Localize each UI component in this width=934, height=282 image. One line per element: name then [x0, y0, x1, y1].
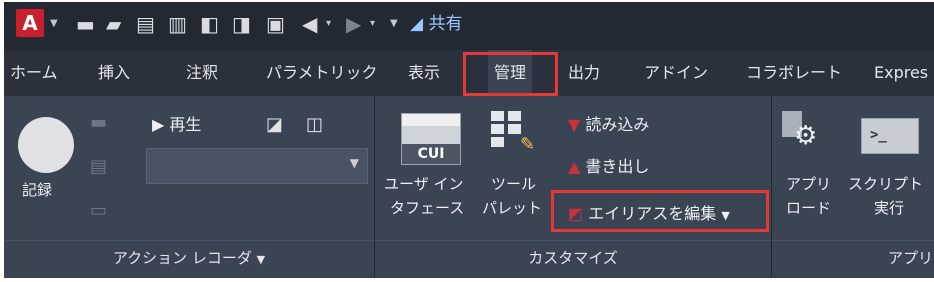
run-script-icon[interactable]: >_ [861, 118, 919, 154]
tool-palette-label-1[interactable]: ツール [491, 174, 536, 194]
app-logo[interactable]: A [16, 9, 44, 37]
export-button[interactable]: ▲ 書き出し [568, 156, 649, 178]
share-button[interactable]: ◢ 共有 [410, 12, 462, 36]
preference-icon[interactable]: ◪ [266, 114, 283, 136]
user-interface-icon[interactable]: CUI [401, 113, 461, 165]
play-label: 再生 [169, 115, 202, 134]
share-label: 共有 [428, 14, 463, 34]
play-button[interactable]: ▶ 再生 [152, 114, 201, 136]
tab-home[interactable]: ホーム [10, 62, 58, 84]
panel-title-bar [4, 240, 374, 241]
autocad-window: A ▼ ▬ ▰ ▤ ▥ ◧ ◨ ▣ ◀ ▾ ▶ ▾ ▼ ◢ 共有 ホーム 挿入 … [4, 2, 934, 278]
tab-view[interactable]: 表示 [408, 62, 440, 84]
run-script-label-2[interactable]: 実行 [874, 198, 904, 218]
insert-message-icon[interactable]: ▤ [90, 156, 107, 178]
new-icon[interactable]: ▬ [76, 12, 95, 36]
save-icon[interactable]: ▤ [136, 12, 155, 36]
export-cuix-icon: ▲ [568, 157, 581, 176]
tab-collaborate[interactable]: コラボレート [746, 62, 842, 84]
load-application-label-2[interactable]: ロード [786, 198, 831, 218]
open-icon[interactable]: ▰ [106, 12, 121, 36]
action-recorder-panel-title[interactable]: アクション レコーダ ▼ [4, 246, 374, 270]
tool-palette-icon[interactable] [491, 111, 523, 147]
tab-output[interactable]: 出力 [568, 62, 600, 84]
import-cuix-icon: ▼ [568, 115, 581, 134]
save-as-icon[interactable]: ▥ [168, 12, 187, 36]
redo-icon[interactable]: ▶ [346, 12, 361, 36]
message-icon[interactable]: ▬ [90, 112, 107, 134]
action-macro-combo[interactable]: ▼ [146, 148, 368, 184]
panel-divider [771, 96, 772, 278]
chevron-down-icon: ▼ [349, 156, 359, 170]
load-application-label-1[interactable]: アプリ [786, 174, 831, 194]
ribbon-panel-area: 記録 ▬ ▤ ▭ ▶ 再生 ◪ ◫ ▼ アクション レコーダ ▼ CUI ユーザ… [4, 96, 934, 278]
print-icon[interactable]: ▣ [266, 12, 285, 36]
tab-parametric[interactable]: パラメトリック [266, 62, 378, 84]
redo-caret-icon[interactable]: ▾ [370, 12, 375, 36]
quick-access-toolbar: A ▼ ▬ ▰ ▤ ▥ ◧ ◨ ▣ ◀ ▾ ▶ ▾ ▼ ◢ 共有 [4, 2, 934, 50]
panel-expand-icon: ▼ [256, 253, 266, 266]
share-icon: ◢ [410, 14, 424, 34]
user-input-icon[interactable]: ▭ [90, 200, 107, 222]
panel-title-bar [772, 240, 934, 241]
user-interface-label-2[interactable]: タフェース [390, 198, 464, 218]
pencil-icon: ✎ [520, 134, 536, 155]
tab-express[interactable]: Expres [874, 62, 928, 84]
tab-addins[interactable]: アドイン [644, 62, 708, 84]
tab-insert[interactable]: 挿入 [98, 62, 130, 84]
undo-icon[interactable]: ◀ [302, 12, 317, 36]
tab-annotate[interactable]: 注釈 [186, 62, 218, 84]
customize-panel-title[interactable]: カスタマイズ [375, 246, 771, 270]
run-script-label-1[interactable]: スクリプト [848, 174, 923, 194]
manage-actions-icon[interactable]: ◫ [306, 114, 323, 136]
export-icon[interactable]: ◨ [232, 12, 251, 36]
edit-aliases-highlight [551, 190, 769, 232]
record-label[interactable]: 記録 [22, 180, 52, 200]
panel-title-bar [375, 240, 771, 241]
play-icon: ▶ [152, 115, 165, 134]
ribbon-tab-bar: ホーム 挿入 注釈 パラメトリック 表示 管理 出力 アドイン コラボレート E… [4, 50, 934, 96]
undo-caret-icon[interactable]: ▾ [326, 12, 331, 36]
tool-palette-label-2[interactable]: パレット [482, 198, 542, 218]
applications-panel-title[interactable]: アプリ [888, 246, 933, 270]
user-interface-label-1[interactable]: ユーザ イン [384, 174, 463, 194]
publish-icon[interactable]: ◧ [200, 12, 219, 36]
import-button[interactable]: ▼ 読み込み [568, 114, 649, 136]
customize-qat-icon[interactable]: ▼ [390, 12, 398, 36]
manage-tab-highlight [463, 52, 558, 96]
record-icon[interactable] [18, 117, 74, 173]
app-menu-caret-icon[interactable]: ▼ [50, 12, 58, 36]
load-application-icon[interactable]: ⚙ [782, 111, 826, 155]
